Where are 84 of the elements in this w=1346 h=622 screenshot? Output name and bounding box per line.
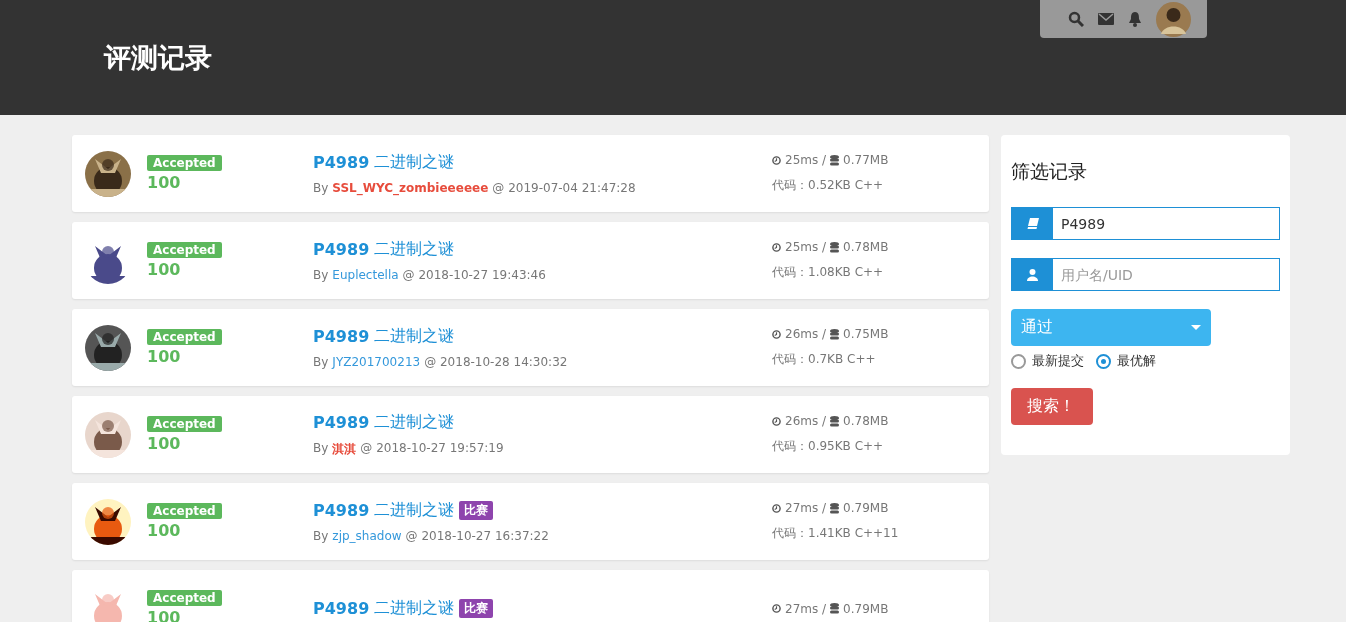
database-icon [830, 154, 840, 166]
submit-time: @ 2018-10-28 14:30:32 [424, 355, 568, 369]
clock-icon [772, 242, 781, 252]
status-select[interactable]: 通过 [1011, 309, 1211, 346]
order-radio[interactable]: 最新提交 [1011, 352, 1084, 370]
submit-time: @ 2018-10-27 19:57:19 [360, 440, 504, 457]
by-label: By [313, 529, 329, 543]
score: 100 [147, 434, 181, 453]
score: 100 [147, 521, 181, 540]
problem-name-link[interactable]: 二进制之谜 [374, 598, 455, 619]
memory-usage: 0.75MB [843, 327, 889, 341]
run-time: 25ms / [785, 153, 827, 167]
problem-id-link[interactable]: P4989 [313, 501, 370, 520]
contest-tag: 比赛 [459, 599, 494, 618]
user-link[interactable]: 淇淇 [332, 440, 357, 458]
code-info: 代码：0.7KB C++ [772, 351, 877, 368]
score: 100 [147, 260, 181, 279]
user-link[interactable]: Euplectella [332, 268, 399, 282]
by-label: By [313, 355, 329, 369]
clock-icon [772, 604, 781, 613]
database-icon [830, 502, 840, 514]
clock-icon [772, 329, 781, 339]
status-label: Accepted [147, 503, 222, 519]
status-label: Accepted [147, 590, 222, 606]
problem-name-link[interactable]: 二进制之谜 [374, 152, 455, 173]
search-button[interactable]: 搜索！ [1011, 388, 1093, 425]
user-link[interactable]: JYZ201700213 [332, 355, 421, 369]
by-label: By [313, 440, 329, 457]
memory-usage: 0.78MB [843, 240, 889, 254]
submit-time: @ 2019-07-04 21:47:28 [492, 181, 636, 195]
database-icon [830, 603, 840, 614]
run-time: 26ms / [785, 327, 827, 341]
memory-usage: 0.79MB [843, 501, 889, 515]
database-icon [830, 328, 840, 340]
code-info: 代码：0.52KB C++ [772, 177, 885, 194]
contest-tag: 比赛 [459, 501, 494, 520]
order-radio[interactable]: 最优解 [1096, 352, 1156, 370]
memory-usage: 0.79MB [843, 601, 889, 616]
problem-id-link[interactable]: P4989 [313, 412, 370, 432]
clock-icon [772, 416, 781, 426]
mail-icon[interactable] [1098, 13, 1114, 25]
score: 100 [147, 173, 181, 192]
problem-search-box[interactable]: P4989 [1011, 207, 1280, 240]
status-label: Accepted [147, 329, 222, 345]
submit-time: @ 2018-10-27 16:37:22 [405, 529, 549, 543]
page-title: 评测记录 [104, 40, 212, 75]
user-icon [1027, 268, 1038, 281]
problem-id-link[interactable]: P4989 [313, 240, 370, 259]
code-info: 代码：1.41KB C++11 [772, 525, 899, 542]
problem-name-link[interactable]: 二进制之谜 [374, 239, 455, 260]
clock-icon [772, 155, 781, 165]
problem-id-link[interactable]: P4989 [313, 599, 370, 618]
run-time: 27ms / [785, 501, 827, 515]
bell-icon[interactable] [1128, 11, 1142, 27]
problem-name-link[interactable]: 二进制之谜 [374, 326, 455, 347]
search-icon[interactable] [1068, 11, 1084, 27]
run-time: 26ms / [785, 414, 827, 428]
status-label: Accepted [147, 416, 222, 432]
run-time: 27ms / [785, 601, 827, 616]
clock-icon [772, 503, 781, 513]
user-link[interactable]: SSL_WYC_zombieeeeee [332, 181, 489, 195]
database-icon [830, 415, 840, 427]
caret-icon [1191, 325, 1201, 330]
problem-name-link[interactable]: 二进制之谜 [374, 500, 455, 521]
by-label: By [313, 181, 329, 195]
avatar-icon[interactable] [1156, 1, 1191, 37]
run-time: 25ms / [785, 240, 827, 254]
user-link[interactable]: zjp_shadow [332, 529, 402, 543]
problem-id-link[interactable]: P4989 [313, 153, 370, 172]
by-label: By [313, 268, 329, 282]
problem-name-link[interactable]: 二进制之谜 [374, 411, 455, 433]
code-info: 代码：0.95KB C++ [772, 438, 885, 455]
score: 100 [147, 347, 181, 366]
submit-time: @ 2018-10-27 19:43:46 [402, 268, 546, 282]
status-label: Accepted [147, 155, 222, 171]
book-icon [1026, 218, 1039, 229]
user-search-box[interactable]: 用户名/UID [1011, 258, 1280, 291]
code-info: 代码：1.08KB C++ [772, 264, 885, 281]
filter-title: 筛选记录 [1011, 159, 1088, 184]
status-label: Accepted [147, 242, 222, 258]
memory-usage: 0.77MB [843, 153, 889, 167]
problem-id-link[interactable]: P4989 [313, 327, 370, 346]
database-icon [830, 241, 840, 253]
memory-usage: 0.78MB [843, 414, 889, 428]
